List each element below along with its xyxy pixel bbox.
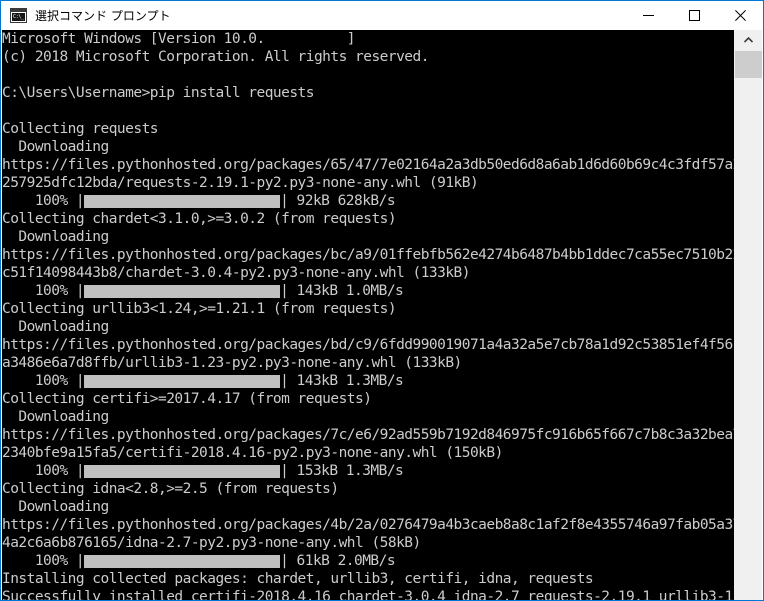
- progress-stats: | 143kB 1.0MB/s: [280, 283, 404, 299]
- vertical-scrollbar[interactable]: [734, 30, 762, 600]
- console-line: Downloading: [2, 499, 109, 515]
- command-prompt-window: C:\_ 選択コマンド プロンプト Microsoft Windows [Ver…: [0, 0, 764, 601]
- progress-bar-fill: [84, 284, 281, 298]
- close-icon: [734, 10, 746, 21]
- progress-bar-fill: [84, 554, 281, 568]
- icon-console-glyph: C:\_: [12, 13, 25, 21]
- console-line: https://files.pythonhosted.org/packages/…: [2, 427, 736, 443]
- progress-line: 100% | | 153kB 1.3MB/s: [2, 462, 736, 480]
- progress-percent: 100% |: [2, 373, 85, 389]
- console-line: Collecting requests: [2, 121, 159, 137]
- console-line: a3486e6a7d8ffb/urllib3-1.23-py2.py3-none…: [2, 355, 462, 371]
- scrollbar-track[interactable]: [735, 78, 762, 600]
- minimize-icon: [642, 15, 654, 16]
- console-text-buffer: Microsoft Windows [Version 10.0. ] (c) 20…: [2, 30, 736, 601]
- console-line: Collecting certifi>=2017.4.17 (from requ…: [2, 391, 372, 407]
- minimize-button[interactable]: [625, 1, 671, 30]
- progress-line: 100% | | 143kB 1.3MB/s: [2, 372, 736, 390]
- console-line: https://files.pythonhosted.org/packages/…: [2, 337, 736, 353]
- console-line: Installing collected packages: chardet, …: [2, 571, 594, 587]
- console-line: Successfully installed certifi-2018.4.16…: [2, 589, 736, 601]
- chevron-up-icon: [744, 37, 753, 43]
- maximize-button[interactable]: [671, 1, 717, 30]
- progress-line: 100% | | 61kB 2.0MB/s: [2, 552, 736, 570]
- scroll-up-button[interactable]: [735, 30, 762, 50]
- progress-percent: 100% |: [2, 283, 85, 299]
- console-line: (c) 2018 Microsoft Corporation. All righ…: [2, 49, 429, 65]
- progress-bar-fill: [84, 464, 281, 478]
- progress-stats: | 92kB 628kB/s: [280, 193, 396, 209]
- console-line: Collecting chardet<3.1.0,>=3.0.2 (from r…: [2, 211, 397, 227]
- window-title: 選択コマンド プロンプト: [35, 9, 171, 23]
- console-line: Downloading: [2, 409, 109, 425]
- console-line: Downloading: [2, 319, 109, 335]
- console-line: Downloading: [2, 229, 109, 245]
- progress-percent: 100% |: [2, 553, 85, 569]
- console-line: https://files.pythonhosted.org/packages/…: [2, 157, 736, 173]
- progress-bar-fill: [84, 194, 281, 208]
- console-line: Downloading: [2, 139, 109, 155]
- console-line: C:\Users\Username>pip install requests: [2, 85, 315, 101]
- title-bar[interactable]: C:\_ 選択コマンド プロンプト: [1, 1, 763, 30]
- console-line: 2340bfe9a15fa5/certifi-2018.4.16-py2.py3…: [2, 445, 503, 461]
- console-line: https://files.pythonhosted.org/packages/…: [2, 247, 736, 263]
- console-line: c51f14098443b8/chardet-3.0.4-py2.py3-non…: [2, 265, 470, 281]
- progress-stats: | 143kB 1.3MB/s: [280, 373, 404, 389]
- progress-percent: 100% |: [2, 193, 85, 209]
- console-output-area[interactable]: Microsoft Windows [Version 10.0. ] (c) 20…: [2, 30, 736, 601]
- command-prompt-icon: C:\_: [10, 8, 27, 23]
- console-line: Microsoft Windows [Version 10.0. ]: [2, 31, 356, 47]
- progress-line: 100% | | 143kB 1.0MB/s: [2, 282, 736, 300]
- progress-bar-fill: [84, 374, 281, 388]
- progress-stats: | 153kB 1.3MB/s: [280, 463, 404, 479]
- scrollbar-thumb[interactable]: [735, 51, 762, 78]
- maximize-icon: [688, 10, 700, 21]
- console-line: Collecting urllib3<1.24,>=1.21.1 (from r…: [2, 301, 397, 317]
- progress-line: 100% | | 92kB 628kB/s: [2, 192, 736, 210]
- console-line: 257925dfc12bda/requests-2.19.1-py2.py3-n…: [2, 175, 479, 191]
- close-button[interactable]: [717, 1, 763, 30]
- icon-title-bar-strip: [11, 9, 26, 12]
- console-line: https://files.pythonhosted.org/packages/…: [2, 517, 736, 533]
- progress-stats: | 61kB 2.0MB/s: [280, 553, 396, 569]
- progress-percent: 100% |: [2, 463, 85, 479]
- console-line: 4a2c6a6b876165/idna-2.7-py2.py3-none-any…: [2, 535, 421, 551]
- console-line: Collecting idna<2.8,>=2.5 (from requests…: [2, 481, 339, 497]
- window-controls: [625, 1, 763, 30]
